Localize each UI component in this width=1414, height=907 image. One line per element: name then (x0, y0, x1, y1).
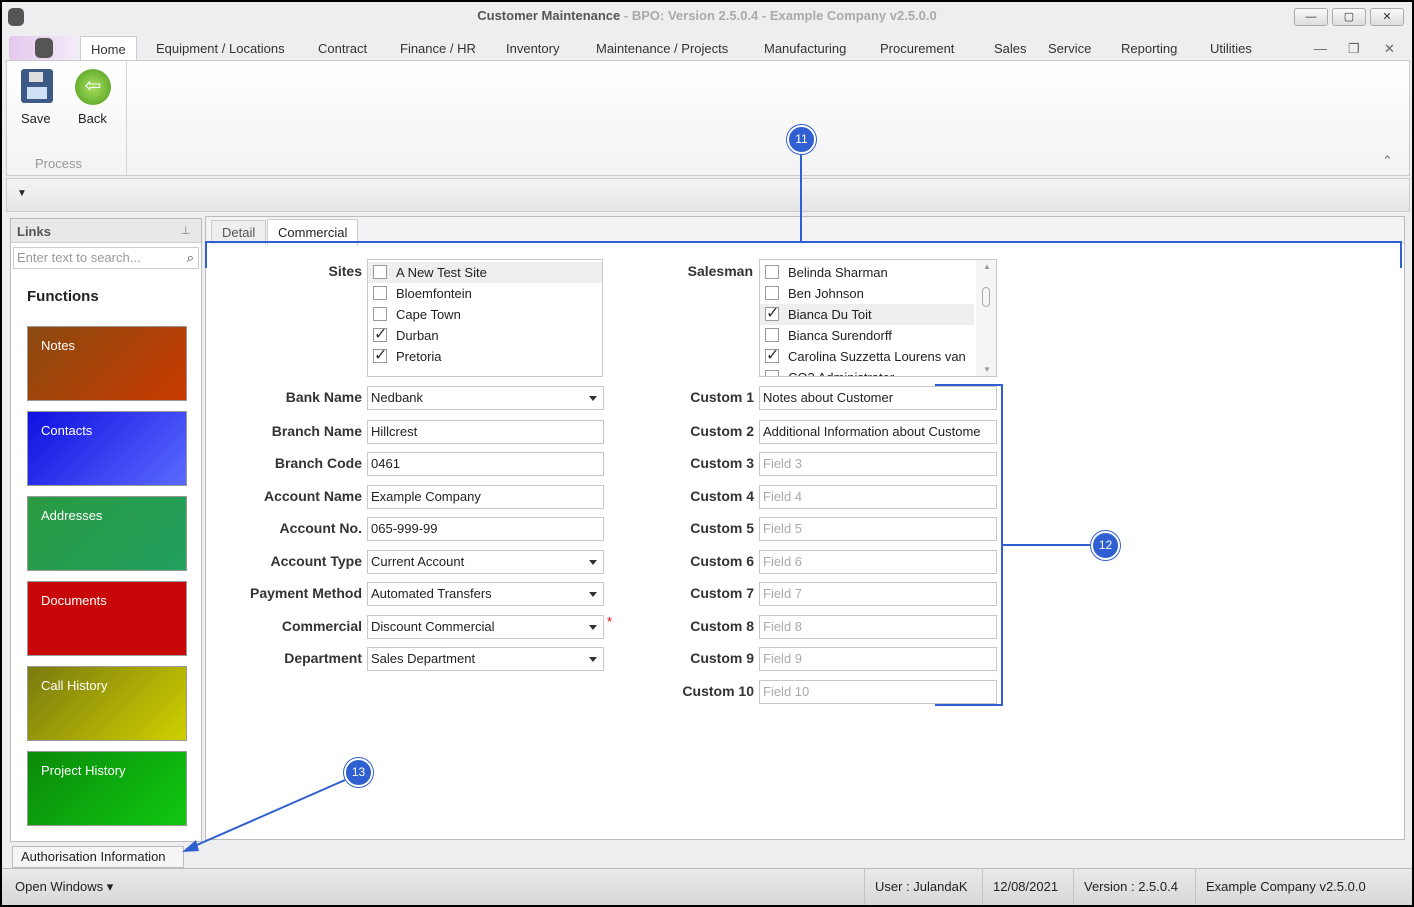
arrowhead-icon (182, 840, 199, 852)
annotation-11-bracket (205, 241, 1402, 268)
annotation-12: 12 (1091, 531, 1120, 560)
annotation-13: 13 (344, 758, 373, 787)
annotation-12-bracket (935, 384, 1003, 706)
annotation-13-arrow (189, 779, 346, 849)
annotation-overlay (182, 153, 1402, 852)
annotation-11: 11 (787, 125, 816, 154)
app-window: Customer Maintenance - BPO: Version 2.5.… (2, 2, 1412, 905)
